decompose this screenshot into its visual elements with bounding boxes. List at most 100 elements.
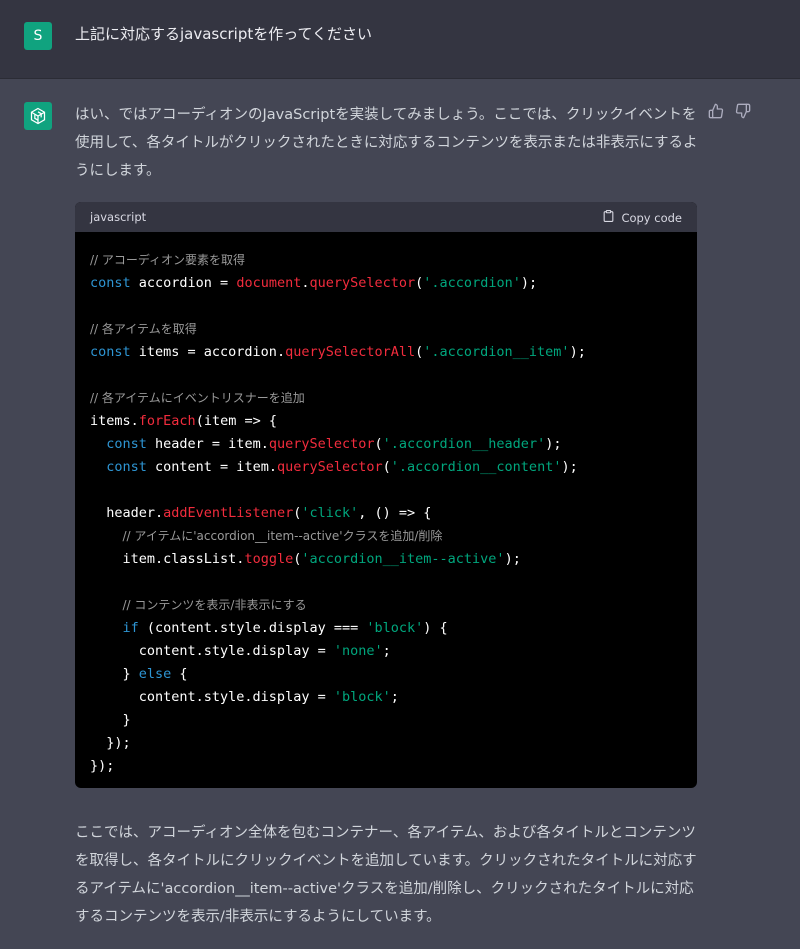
code-line: content.style.display = 'block'; bbox=[90, 686, 697, 709]
code-token: } bbox=[90, 712, 131, 728]
code-token: ); bbox=[569, 344, 586, 360]
code-line: items.forEach(item => { bbox=[90, 410, 697, 433]
code-line: if (content.style.display === 'block') { bbox=[90, 617, 697, 640]
code-token: const bbox=[90, 344, 131, 360]
code-token: '.accordion' bbox=[423, 275, 521, 291]
code-token: header = item. bbox=[146, 436, 269, 452]
code-token: const bbox=[106, 459, 147, 475]
user-avatar: S bbox=[24, 22, 52, 50]
code-content: // アコーディオン要素を取得 const accordion = documen… bbox=[75, 232, 697, 778]
code-token: content = item. bbox=[146, 459, 277, 475]
code-token: toggle bbox=[244, 551, 294, 567]
code-token: querySelector bbox=[309, 275, 416, 291]
code-line: }); bbox=[90, 732, 697, 755]
code-token: // アイテムに'accordion__item--active'クラスを追加/… bbox=[122, 529, 443, 543]
code-token: ) { bbox=[423, 620, 448, 636]
code-line: const content = item.querySelector('.acc… bbox=[90, 456, 697, 479]
code-token: content.style.display = bbox=[90, 689, 334, 705]
code-line: }); bbox=[90, 755, 697, 778]
code-line: const accordion = document.querySelector… bbox=[90, 272, 697, 295]
code-line: // アイテムに'accordion__item--active'クラスを追加/… bbox=[90, 525, 697, 548]
code-token: item.classList. bbox=[90, 551, 245, 567]
code-token: ( bbox=[374, 436, 383, 452]
code-block-header: javascript Copy code bbox=[75, 202, 697, 232]
clipboard-icon bbox=[602, 209, 615, 226]
code-line: // コンテンツを表示/非表示にする bbox=[90, 594, 697, 617]
code-token: '.accordion__header' bbox=[382, 436, 546, 452]
copy-code-button[interactable]: Copy code bbox=[602, 209, 682, 226]
code-token: ); bbox=[520, 275, 538, 291]
code-line: // 各アイテムを取得 bbox=[90, 318, 697, 341]
user-message-text: 上記に対応するjavascriptを作ってください bbox=[75, 25, 373, 43]
code-token: ; bbox=[382, 643, 391, 659]
code-token: { bbox=[171, 666, 188, 682]
openai-logo-icon bbox=[24, 106, 52, 126]
code-token: document bbox=[236, 275, 302, 291]
code-token: } bbox=[90, 666, 139, 682]
code-token: ( bbox=[382, 459, 391, 475]
thumbs-up-icon[interactable] bbox=[708, 103, 726, 121]
code-token: const bbox=[90, 275, 131, 291]
code-line: item.classList.toggle('accordion__item--… bbox=[90, 548, 697, 571]
code-token: 'none' bbox=[333, 643, 383, 659]
assistant-outro-text: ここでは、アコーディオン全体を包むコンテナー、各アイテム、および各タイトルとコン… bbox=[75, 825, 697, 925]
code-token: items. bbox=[90, 413, 139, 429]
code-token: '.accordion__item' bbox=[423, 344, 570, 360]
thumbs-down-icon[interactable] bbox=[735, 103, 753, 121]
copy-code-label: Copy code bbox=[621, 210, 682, 225]
assistant-intro-text: はい、ではアコーディオンのJavaScriptを実装してみましょう。ここでは、ク… bbox=[75, 107, 698, 179]
code-token: querySelector bbox=[268, 436, 375, 452]
code-token: // 各アイテムにイベントリスナーを追加 bbox=[90, 391, 305, 405]
code-token: // アコーディオン要素を取得 bbox=[90, 253, 246, 267]
code-token: querySelector bbox=[276, 459, 383, 475]
code-token: querySelectorAll bbox=[285, 344, 416, 360]
code-token: content.style.display = bbox=[90, 643, 334, 659]
code-line: const items = accordion.querySelectorAll… bbox=[90, 341, 697, 364]
assistant-avatar bbox=[24, 102, 52, 130]
code-token: , () => { bbox=[358, 505, 432, 521]
code-block: javascript Copy code // アコーディオン要素を取得 cons… bbox=[75, 202, 697, 788]
code-token: ); bbox=[504, 551, 521, 567]
code-line: } bbox=[90, 709, 697, 732]
code-token: if bbox=[122, 620, 139, 636]
code-language-label: javascript bbox=[90, 210, 147, 224]
user-message-row: S 上記に対応するjavascriptを作ってください bbox=[0, 0, 800, 79]
code-token: 'block' bbox=[333, 689, 391, 705]
code-token: const bbox=[106, 436, 147, 452]
code-line: // 各アイテムにイベントリスナーを追加 bbox=[90, 387, 697, 410]
code-token: ; bbox=[390, 689, 399, 705]
code-token: addEventListener bbox=[163, 505, 294, 521]
code-token: // コンテンツを表示/非表示にする bbox=[122, 598, 307, 612]
assistant-message-row: はい、ではアコーディオンのJavaScriptを実装してみましょう。ここでは、ク… bbox=[0, 79, 800, 949]
code-token: ); bbox=[545, 436, 562, 452]
code-token: items = accordion. bbox=[130, 344, 286, 360]
code-token: else bbox=[138, 666, 172, 682]
code-token: forEach bbox=[138, 413, 196, 429]
code-token: // 各アイテムを取得 bbox=[90, 322, 197, 336]
code-line: const header = item.querySelector('.acco… bbox=[90, 433, 697, 456]
code-token: }); bbox=[90, 735, 131, 751]
code-token: }); bbox=[90, 758, 115, 774]
code-token: 'accordion__item--active' bbox=[301, 551, 505, 567]
code-token: '.accordion__content' bbox=[390, 459, 562, 475]
code-token: (content.style.display === bbox=[138, 620, 367, 636]
code-token: ); bbox=[561, 459, 578, 475]
code-token: 'click' bbox=[301, 505, 359, 521]
code-line: } else { bbox=[90, 663, 697, 686]
code-token: accordion = bbox=[130, 275, 237, 291]
code-token: (item => { bbox=[195, 413, 277, 429]
code-line: content.style.display = 'none'; bbox=[90, 640, 697, 663]
code-line: header.addEventListener('click', () => { bbox=[90, 502, 697, 525]
code-token: 'block' bbox=[366, 620, 424, 636]
code-line: // アコーディオン要素を取得 bbox=[90, 249, 697, 272]
code-token: header. bbox=[90, 505, 164, 521]
